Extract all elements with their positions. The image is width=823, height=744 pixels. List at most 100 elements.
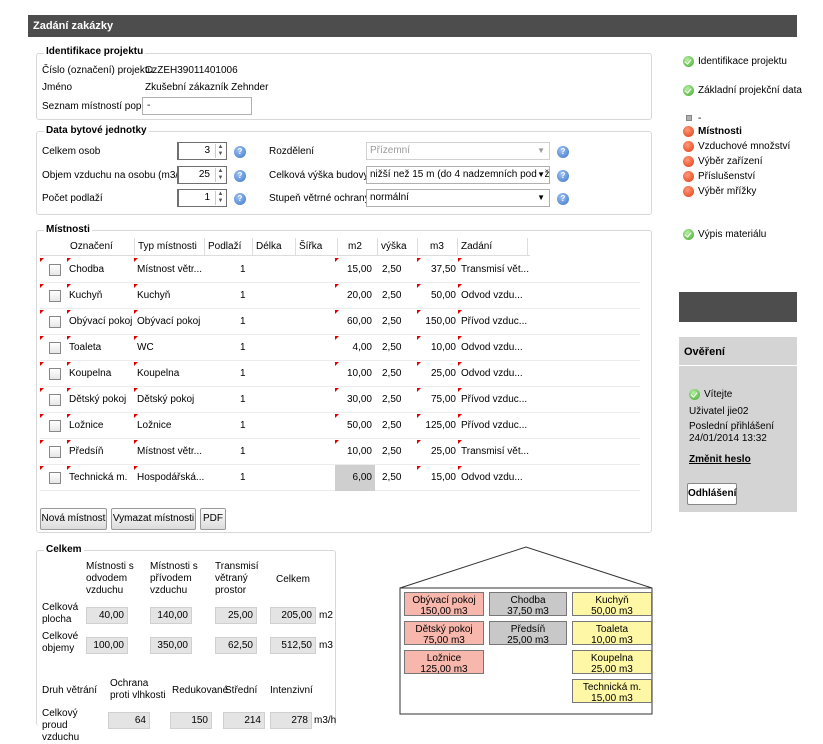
row-checkbox[interactable] (49, 264, 61, 276)
cell-m2[interactable]: 10,00 (335, 439, 375, 465)
cell-m2[interactable]: 4,00 (335, 335, 375, 361)
help-icon[interactable]: ? (234, 146, 246, 158)
cell-type[interactable]: Obývací pokoj (137, 309, 205, 335)
cell-name[interactable]: Technická m. (69, 465, 135, 491)
cell-type[interactable]: WC (137, 335, 205, 361)
cell-m3[interactable]: 25,00 (418, 439, 456, 465)
cell-m3[interactable]: 75,00 (418, 387, 456, 413)
cell-floor[interactable]: 1 (240, 335, 252, 361)
cell-floor[interactable]: 1 (240, 283, 252, 309)
cell-m3[interactable]: 37,50 (418, 257, 456, 283)
help-icon[interactable]: ? (234, 193, 246, 205)
cell-name[interactable]: Předsíň (69, 439, 135, 465)
cell-m2[interactable]: 10,00 (335, 361, 375, 387)
cell-floor[interactable]: 1 (240, 361, 252, 387)
pdf-button[interactable]: PDF (200, 508, 226, 530)
cell-floor[interactable]: 1 (240, 465, 252, 491)
row-checkbox[interactable] (49, 316, 61, 328)
distribution-select[interactable]: Přízemní ▼ (366, 142, 550, 160)
new-room-button[interactable]: Nová místnost (40, 508, 107, 530)
wind-protection-select[interactable]: normální ▼ (366, 189, 550, 207)
col-header-type[interactable]: Typ místnosti (135, 238, 205, 256)
nav-dash[interactable]: - (686, 113, 701, 124)
floors-spinner[interactable]: ▲ ▼ (215, 191, 225, 205)
cell-name[interactable]: Toaleta (69, 335, 135, 361)
cell-m2[interactable]: 6,00 (335, 465, 375, 491)
cell-height[interactable]: 2,50 (382, 387, 416, 413)
cell-assignment[interactable]: Transmisí vět... (461, 257, 529, 283)
cell-m2[interactable]: 60,00 (335, 309, 375, 335)
table-row[interactable]: Kuchyň Kuchyň 1 20,00 2,50 50,00 Odvod vzdu... (40, 283, 640, 309)
nav-device-selection[interactable]: Výběr zařízení (683, 156, 762, 167)
help-icon[interactable]: ? (557, 146, 569, 158)
table-row[interactable]: Chodba Místnost větr... 1 15,00 2,50 37,50 Tra… (40, 257, 640, 283)
cell-m3[interactable]: 125,00 (418, 413, 456, 439)
building-height-select[interactable]: nižší než 15 m (do 4 nadzemních podlaží … (366, 166, 550, 184)
change-password-link[interactable]: Změnit heslo (689, 454, 751, 465)
cell-height[interactable]: 2,50 (382, 439, 416, 465)
help-icon[interactable]: ? (557, 193, 569, 205)
nav-air-quantity[interactable]: Vzduchové množství (683, 141, 790, 152)
cell-height[interactable]: 2,50 (382, 309, 416, 335)
cell-type[interactable]: Ložnice (137, 413, 205, 439)
air-spinner[interactable]: ▲ ▼ (215, 168, 225, 182)
cell-type[interactable]: Místnost větr... (137, 439, 205, 465)
cell-name[interactable]: Obývací pokoj (69, 309, 135, 335)
cell-assignment[interactable]: Odvod vzdu... (461, 335, 529, 361)
cell-height[interactable]: 2,50 (382, 465, 416, 491)
logout-button[interactable]: Odhlášení (687, 483, 737, 505)
col-header-m2[interactable]: m2 (338, 238, 378, 256)
table-row[interactable]: Technická m. Hospodářská... 1 6,00 2,50 15,00… (40, 465, 640, 491)
col-header-m3[interactable]: m3 (418, 238, 458, 256)
row-checkbox[interactable] (49, 290, 61, 302)
cell-floor[interactable]: 1 (240, 309, 252, 335)
cell-name[interactable]: Chodba (69, 257, 135, 283)
table-row[interactable]: Předsíň Místnost větr... 1 10,00 2,50 25,00 Tr… (40, 439, 640, 465)
cell-m2[interactable]: 15,00 (335, 257, 375, 283)
cell-assignment[interactable]: Transmisí vět... (461, 439, 529, 465)
cell-height[interactable]: 2,50 (382, 413, 416, 439)
table-row[interactable]: Koupelna Koupelna 1 10,00 2,50 25,00 Odvod vzd… (40, 361, 640, 387)
persons-spinner[interactable]: ▲ ▼ (215, 144, 225, 158)
nav-rooms[interactable]: Místnosti (683, 126, 742, 137)
col-header-width[interactable]: Šířka (296, 238, 338, 256)
cell-height[interactable]: 2,50 (382, 335, 416, 361)
cell-type[interactable]: Hospodářská... (137, 465, 205, 491)
cell-type[interactable]: Místnost větr... (137, 257, 205, 283)
nav-accessories[interactable]: Příslušenství (683, 171, 755, 182)
nav-material-list[interactable]: Výpis materiálu (683, 229, 766, 240)
cell-assignment[interactable]: Přívod vzduc... (461, 413, 529, 439)
row-checkbox[interactable] (49, 446, 61, 458)
cell-assignment[interactable]: Odvod vzdu... (461, 465, 529, 491)
cell-assignment[interactable]: Odvod vzdu... (461, 283, 529, 309)
cell-m3[interactable]: 15,00 (418, 465, 456, 491)
table-row[interactable]: Toaleta WC 1 4,00 2,50 10,00 Odvod vzdu... (40, 335, 640, 361)
cell-name[interactable]: Koupelna (69, 361, 135, 387)
col-header-assignment[interactable]: Zadání (458, 238, 528, 256)
cell-name[interactable]: Kuchyň (69, 283, 135, 309)
cell-m3[interactable]: 50,00 (418, 283, 456, 309)
col-header-height[interactable]: výška (378, 238, 418, 256)
cell-assignment[interactable]: Přívod vzduc... (461, 387, 529, 413)
cell-type[interactable]: Koupelna (137, 361, 205, 387)
col-header-floor[interactable]: Podlaží (205, 238, 253, 256)
col-header-name[interactable]: Označení (67, 238, 135, 256)
row-checkbox[interactable] (49, 472, 61, 484)
cell-type[interactable]: Dětský pokoj (137, 387, 205, 413)
nav-identification[interactable]: Identifikace projektu (683, 56, 787, 67)
help-icon[interactable]: ? (234, 170, 246, 182)
air-per-person-input[interactable]: 25 ▲ ▼ (177, 166, 227, 184)
cell-name[interactable]: Ložnice (69, 413, 135, 439)
cell-m2[interactable]: 50,00 (335, 413, 375, 439)
cell-m2[interactable]: 20,00 (335, 283, 375, 309)
rooms-description-field[interactable]: - (142, 97, 252, 115)
row-checkbox[interactable] (49, 394, 61, 406)
nav-basic-data[interactable]: Základní projekční data (683, 85, 802, 96)
cell-assignment[interactable]: Odvod vzdu... (461, 361, 529, 387)
table-row[interactable]: Dětský pokoj Dětský pokoj 1 30,00 2,50 75,00 P… (40, 387, 640, 413)
table-row[interactable]: Obývací pokoj Obývací pokoj 1 60,00 2,50 150,… (40, 309, 640, 335)
cell-name[interactable]: Dětský pokoj (69, 387, 135, 413)
cell-height[interactable]: 2,50 (382, 257, 416, 283)
nav-grille-selection[interactable]: Výběr mřížky (683, 186, 756, 197)
cell-floor[interactable]: 1 (240, 439, 252, 465)
